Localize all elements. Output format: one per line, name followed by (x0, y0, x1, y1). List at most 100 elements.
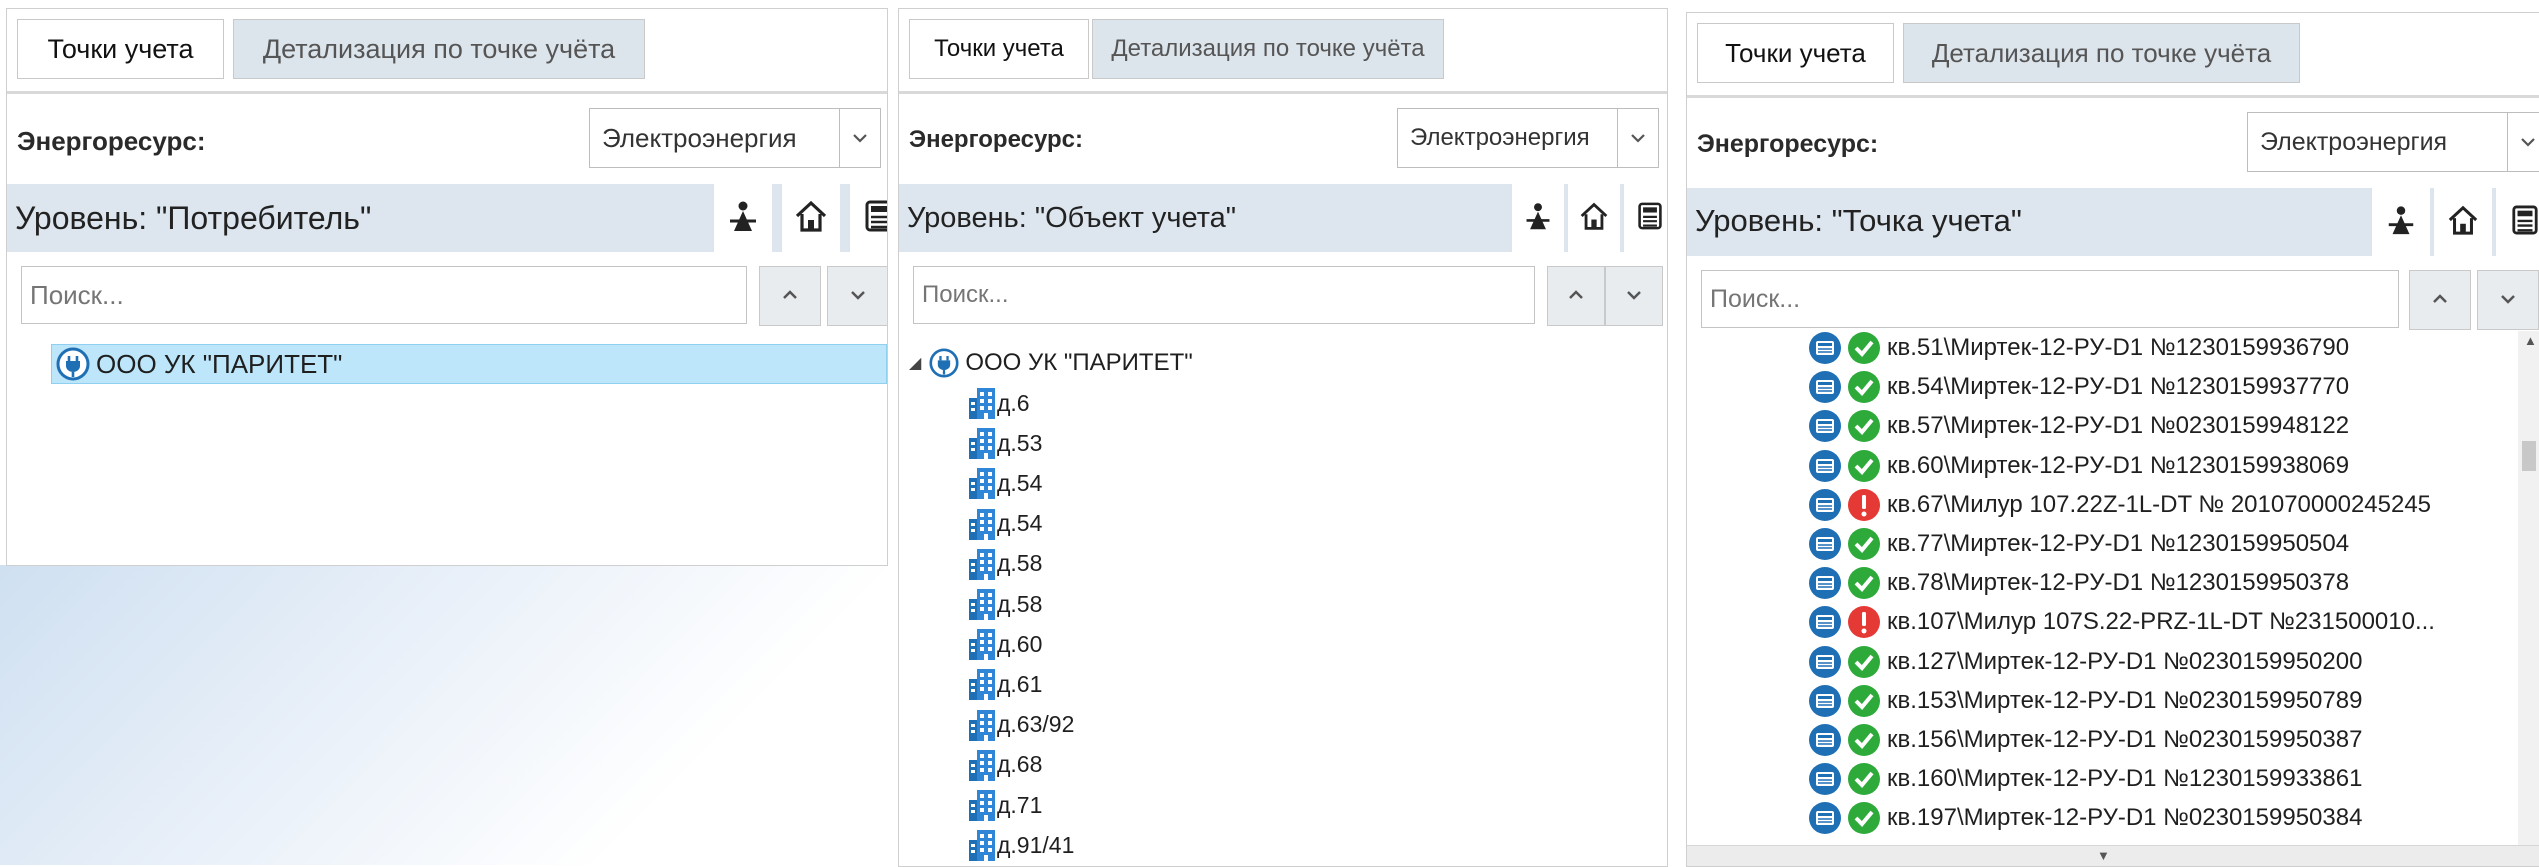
meter-device-icon (1808, 331, 1842, 365)
tree-node-building[interactable]: д.91/41 (967, 826, 1074, 864)
search-next-button[interactable] (1605, 266, 1663, 326)
tree-node-meter[interactable]: кв.127\Миртек-12-РУ-D1 №0230159950200 (1808, 644, 2362, 680)
tab-metering-points[interactable]: Точки учета (17, 19, 224, 79)
resource-select-value: Электроэнергия (2260, 127, 2448, 156)
tree-node-building[interactable]: д.54 (967, 464, 1042, 502)
resource-select[interactable]: Электроэнергия (589, 108, 881, 168)
tree-node-label: д.91/41 (997, 831, 1075, 858)
level-title: Уровень: "Потребитель" (15, 200, 372, 236)
status-ok-icon (1847, 801, 1881, 835)
tree-node-building[interactable]: д.6 (967, 384, 1030, 422)
search-input[interactable] (21, 266, 747, 324)
tree-node-label: кв.60\Миртек-12-РУ-D1 №1230159938069 (1887, 451, 2350, 479)
level-meter-button[interactable] (849, 184, 887, 252)
tree-node-building[interactable]: д.68 (967, 746, 1042, 784)
chevron-down-icon (2500, 291, 2516, 309)
tree-node-building[interactable]: д.60 (967, 625, 1042, 663)
house-icon (1579, 201, 1609, 236)
building-icon (967, 828, 997, 862)
search-next-button[interactable] (827, 266, 887, 326)
horizontal-scrollbar[interactable]: ▼ (1687, 845, 2539, 866)
search-input[interactable] (1701, 270, 2399, 328)
tab-point-details[interactable]: Детализация по точке учёта (1092, 19, 1444, 79)
tree-node-building[interactable]: д.53 (967, 424, 1042, 462)
tree-node-meter[interactable]: кв.153\Миртек-12-РУ-D1 №0230159950789 (1808, 683, 2362, 719)
consumer-tree: ООО УК "ПАРИТЕТ" (7, 342, 887, 565)
tree-node-building[interactable]: д.61 (967, 665, 1042, 703)
level-meter-button[interactable] (2495, 188, 2539, 256)
search-input[interactable] (913, 266, 1535, 324)
level-meter-button[interactable] (1623, 184, 1667, 252)
background-gradient (0, 565, 900, 865)
status-error-icon (1847, 605, 1881, 639)
chevron-down-icon[interactable] (2507, 113, 2539, 171)
tree-node-building[interactable]: д.71 (967, 786, 1042, 824)
tree-node-meter[interactable]: кв.197\Миртек-12-РУ-D1 №0230159950384 (1808, 800, 2362, 836)
chevron-down-icon[interactable] (839, 109, 880, 167)
tree-node-meter[interactable]: кв.77\Миртек-12-РУ-D1 №1230159950504 (1808, 526, 2349, 562)
level-object-button[interactable] (1567, 184, 1620, 252)
meter-device-icon (1808, 566, 1842, 600)
tree-node-meter[interactable]: кв.160\Миртек-12-РУ-D1 №1230159933861 (1808, 761, 2362, 797)
tree-node-meter[interactable]: кв.54\Миртек-12-РУ-D1 №1230159937770 (1808, 369, 2349, 405)
tree-node-label: д.54 (997, 469, 1043, 496)
resource-select-value: Электроэнергия (602, 122, 797, 153)
tree-node-label: кв.127\Миртек-12-РУ-D1 №0230159950200 (1887, 647, 2363, 675)
tab-bar: Точки учета Детализация по точке учёта (7, 9, 887, 94)
tree-node-consumer[interactable]: ◢ ООО УК "ПАРИТЕТ" (909, 344, 1193, 382)
consumer-panel: Точки учета Детализация по точке учёта Э… (6, 8, 888, 566)
tree-node-meter[interactable]: кв.51\Миртек-12-РУ-D1 №1230159936790 (1808, 331, 2349, 366)
level-consumer-button[interactable] (1511, 184, 1564, 252)
tab-point-details[interactable]: Детализация по точке учёта (233, 19, 645, 79)
search-row (7, 252, 887, 343)
meter-panel: Точки учета Детализация по точке учёта Э… (1686, 12, 2539, 867)
meter-device-icon (1808, 605, 1842, 639)
tree-node-building[interactable]: д.54 (967, 505, 1042, 543)
tree-node-building[interactable]: д.58 (967, 585, 1042, 623)
tree-node-meter[interactable]: кв.57\Миртек-12-РУ-D1 №0230159948122 (1808, 408, 2349, 444)
tree-node-label: д.58 (997, 590, 1043, 617)
tree-node-meter[interactable]: кв.60\Миртек-12-РУ-D1 №1230159938069 (1808, 448, 2349, 484)
scroll-handle-icon[interactable]: ▼ (2097, 848, 2110, 863)
building-icon (967, 547, 997, 581)
scroll-up-icon[interactable]: ▲ (2524, 333, 2537, 348)
search-next-button[interactable] (2477, 270, 2539, 330)
level-object-button[interactable] (2433, 188, 2492, 256)
status-ok-icon (1847, 645, 1881, 679)
search-prev-button[interactable] (2409, 270, 2471, 330)
level-bar: Уровень: "Потребитель" (7, 184, 887, 252)
scrollbar-thumb[interactable] (2522, 441, 2536, 471)
resource-select[interactable]: Электроэнергия (1397, 108, 1659, 168)
tree-node-building[interactable]: д.58 (967, 545, 1042, 583)
tab-metering-points[interactable]: Точки учета (1697, 23, 1894, 83)
search-prev-button[interactable] (1547, 266, 1605, 326)
status-ok-icon (1847, 723, 1881, 757)
resource-row: Энергоресурс: Электроэнергия (7, 94, 887, 185)
level-consumer-button[interactable] (713, 184, 772, 252)
tab-point-details[interactable]: Детализация по точке учёта (1903, 23, 2300, 83)
vertical-scrollbar[interactable]: ▲ (2518, 331, 2539, 846)
tree-node-building[interactable]: д.63/92 (967, 706, 1074, 744)
resource-select[interactable]: Электроэнергия (2247, 112, 2539, 172)
tree-node-label: кв.57\Миртек-12-РУ-D1 №0230159948122 (1887, 412, 2350, 440)
tree-node-meter[interactable]: кв.156\Миртек-12-РУ-D1 №0230159950387 (1808, 722, 2362, 758)
consumer-level-icon (726, 199, 760, 238)
level-consumer-button[interactable] (2371, 188, 2430, 256)
tab-bar: Точки учета Детализация по точке учёта (1687, 13, 2539, 98)
resource-label: Энергоресурс: (17, 126, 206, 156)
tree-node-meter[interactable]: кв.107\Милур 107S.22-PRZ-1L-DT №23150001… (1808, 604, 2435, 640)
tree-node-meter[interactable]: кв.67\Милур 107.22Z-1L-DT № 201070000245… (1808, 487, 2431, 523)
tree-node-label: кв.51\Миртек-12-РУ-D1 №1230159936790 (1887, 334, 2350, 361)
search-prev-button[interactable] (759, 266, 821, 326)
building-icon (967, 788, 997, 822)
building-icon (967, 587, 997, 621)
chevron-down-icon[interactable] (1617, 109, 1658, 167)
tree-node-consumer[interactable]: ООО УК "ПАРИТЕТ" (51, 344, 887, 384)
status-ok-icon (1847, 762, 1881, 796)
tab-metering-points[interactable]: Точки учета (909, 19, 1089, 79)
tree-node-meter[interactable]: кв.78\Миртек-12-РУ-D1 №1230159950378 (1808, 565, 2349, 601)
house-icon (794, 199, 828, 238)
level-object-button[interactable] (781, 184, 840, 252)
expanded-caret-icon[interactable]: ◢ (909, 353, 921, 373)
status-ok-icon (1847, 527, 1881, 561)
